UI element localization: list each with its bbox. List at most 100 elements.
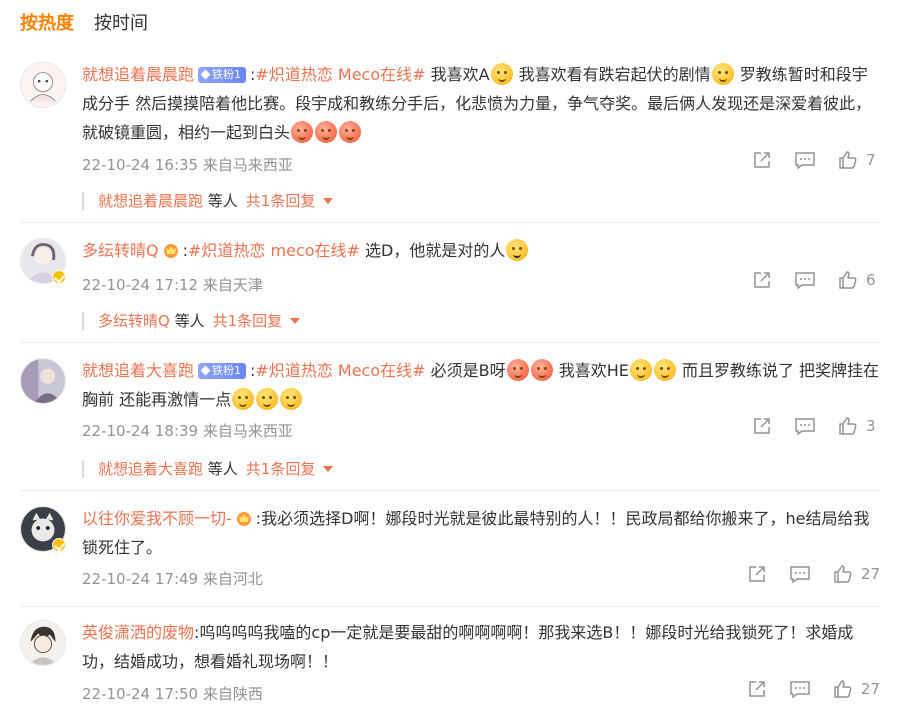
view-replies-link[interactable]: 共1条回复 bbox=[213, 312, 283, 330]
avatar[interactable] bbox=[20, 358, 66, 404]
topic-tag[interactable]: #炽道热恋 meco在线# bbox=[188, 241, 360, 260]
verified-badge-icon bbox=[52, 538, 66, 552]
emoji-icon bbox=[530, 359, 553, 381]
share-icon bbox=[749, 681, 765, 697]
tab-by-popularity[interactable]: 按热度 bbox=[20, 10, 74, 40]
comment-body: 我喜欢A bbox=[425, 65, 490, 84]
reply-author[interactable]: 就想追着大喜跑 bbox=[98, 460, 203, 478]
comment-button[interactable] bbox=[794, 150, 816, 170]
comment-button[interactable] bbox=[789, 679, 811, 699]
crown-medal-icon bbox=[163, 244, 178, 258]
comment-actions: 3 bbox=[730, 416, 880, 436]
reply-author[interactable]: 多纭转晴Q bbox=[98, 312, 170, 330]
comment-author[interactable]: 多纭转晴Q bbox=[82, 241, 159, 260]
thumbs-up-icon bbox=[839, 417, 857, 435]
thumbs-up-icon bbox=[834, 680, 852, 698]
share-button[interactable] bbox=[747, 564, 767, 584]
reply-others: 等人 bbox=[203, 460, 238, 478]
view-replies-link[interactable]: 共1条回复 bbox=[246, 460, 316, 478]
like-button[interactable]: 3 bbox=[838, 416, 880, 436]
avatar[interactable] bbox=[20, 620, 66, 666]
reply-summary: 就想追着大喜跑 等人 共1条回复 bbox=[82, 460, 334, 478]
reply-author[interactable]: 就想追着晨晨跑 bbox=[98, 192, 203, 210]
like-button[interactable]: 6 bbox=[838, 270, 880, 290]
like-count: 27 bbox=[860, 565, 880, 583]
like-count: 7 bbox=[866, 151, 876, 169]
emoji-icon bbox=[339, 121, 362, 143]
comment-meta: 22-10-24 18:39 来自马来西亚 bbox=[82, 422, 293, 440]
emoji-icon bbox=[232, 388, 255, 410]
fan-badge[interactable]: 铁粉1 bbox=[198, 363, 247, 379]
comment-body: 我喜欢HE bbox=[553, 361, 629, 380]
comment-icon bbox=[795, 272, 815, 290]
reply-others: 等人 bbox=[203, 192, 238, 210]
share-button[interactable] bbox=[752, 416, 772, 436]
diamond-icon bbox=[200, 69, 211, 80]
like-button[interactable]: 27 bbox=[833, 564, 880, 584]
emoji-icon bbox=[291, 121, 314, 143]
like-button[interactable]: 27 bbox=[833, 679, 880, 699]
comment-author[interactable]: 就想追着大喜跑 bbox=[82, 361, 194, 380]
emoji-icon bbox=[256, 388, 279, 410]
comment-body: 必须是B呀 bbox=[425, 361, 506, 380]
reply-summary: 多纭转晴Q 等人 共1条回复 bbox=[82, 312, 301, 330]
comment-actions: 7 bbox=[730, 150, 880, 170]
emoji-icon bbox=[629, 359, 652, 381]
thumbs-up-icon bbox=[834, 565, 852, 583]
divider bbox=[20, 490, 880, 491]
comment-meta: 22-10-24 17:12 来自天津 bbox=[82, 276, 263, 294]
share-icon bbox=[754, 418, 770, 434]
emoji-icon bbox=[506, 359, 529, 381]
diamond-icon bbox=[200, 365, 211, 376]
verified-badge-icon bbox=[52, 270, 66, 284]
comment-body: 选D，他就是对的人 bbox=[359, 241, 506, 260]
share-icon bbox=[754, 152, 770, 168]
comment-meta: 22-10-24 17:50 来自陕西 bbox=[82, 685, 263, 703]
emoji-icon bbox=[653, 359, 676, 381]
comment-body: 我喜欢看有跌宕起伏的剧情 bbox=[513, 65, 711, 84]
topic-tag[interactable]: #炽道热恋 Meco在线# bbox=[255, 361, 425, 380]
share-button[interactable] bbox=[747, 679, 767, 699]
fan-badge-label: 铁粉1 bbox=[212, 364, 242, 377]
sort-tabs: 按热度 按时间 bbox=[20, 10, 148, 40]
fan-badge[interactable]: 铁粉1 bbox=[198, 67, 247, 83]
share-icon bbox=[754, 272, 770, 288]
comment-author[interactable]: 英俊潇洒的废物 bbox=[82, 623, 194, 642]
like-count: 3 bbox=[866, 417, 876, 435]
comment-button[interactable] bbox=[794, 270, 816, 290]
view-replies-link[interactable]: 共1条回复 bbox=[246, 192, 316, 210]
comment-text: 英俊潇洒的废物:呜呜呜呜我嗑的cp一定就是要最甜的啊啊啊啊！那我来选B！！娜段时… bbox=[82, 618, 882, 676]
comment-button[interactable] bbox=[789, 564, 811, 584]
like-button[interactable]: 7 bbox=[838, 150, 880, 170]
comment-body: :呜呜呜呜我嗑的cp一定就是要最甜的啊啊啊啊！那我来选B！！娜段时光给我锁死了！… bbox=[82, 623, 854, 671]
reply-summary: 就想追着晨晨跑 等人 共1条回复 bbox=[82, 192, 334, 210]
divider bbox=[20, 606, 880, 607]
comment-text: 以往你爱我不顾一切-:我必须选择D啊！娜段时光就是彼此最特别的人！！民政局都给你… bbox=[82, 504, 882, 562]
comment-author[interactable]: 就想追着晨晨跑 bbox=[82, 65, 194, 84]
reply-others: 等人 bbox=[169, 312, 205, 330]
thumbs-up-icon bbox=[839, 151, 857, 169]
avatar[interactable] bbox=[20, 62, 66, 108]
comment-author[interactable]: 以往你爱我不顾一切- bbox=[82, 509, 232, 528]
topic-tag[interactable]: #炽道热恋 Meco在线# bbox=[255, 65, 425, 84]
comment-text: 就想追着大喜跑 铁粉1:#炽道热恋 Meco在线# 必须是B呀 我喜欢HE 而且罗… bbox=[82, 356, 882, 414]
comment-actions: 6 bbox=[730, 270, 880, 290]
share-button[interactable] bbox=[752, 150, 772, 170]
comment-text: 就想追着晨晨跑 铁粉1:#炽道热恋 Meco在线# 我喜欢A 我喜欢看有跌宕起伏的… bbox=[82, 60, 882, 147]
emoji-icon bbox=[506, 239, 529, 261]
divider bbox=[20, 342, 880, 343]
comment-button[interactable] bbox=[794, 416, 816, 436]
comment-icon bbox=[795, 152, 815, 170]
tab-by-time[interactable]: 按时间 bbox=[94, 10, 148, 40]
like-count: 27 bbox=[860, 680, 880, 698]
share-button[interactable] bbox=[752, 270, 772, 290]
fan-badge-label: 铁粉1 bbox=[212, 68, 242, 81]
comment-meta: 22-10-24 16:35 来自马来西亚 bbox=[82, 156, 293, 174]
comment-icon bbox=[795, 418, 815, 436]
chevron-down-icon bbox=[323, 198, 334, 204]
share-icon bbox=[749, 566, 765, 582]
chevron-down-icon bbox=[290, 318, 301, 324]
comment-text: 多纭转晴Q:#炽道热恋 meco在线# 选D，他就是对的人 bbox=[82, 236, 882, 265]
like-count: 6 bbox=[866, 271, 876, 289]
emoji-icon bbox=[490, 63, 513, 85]
